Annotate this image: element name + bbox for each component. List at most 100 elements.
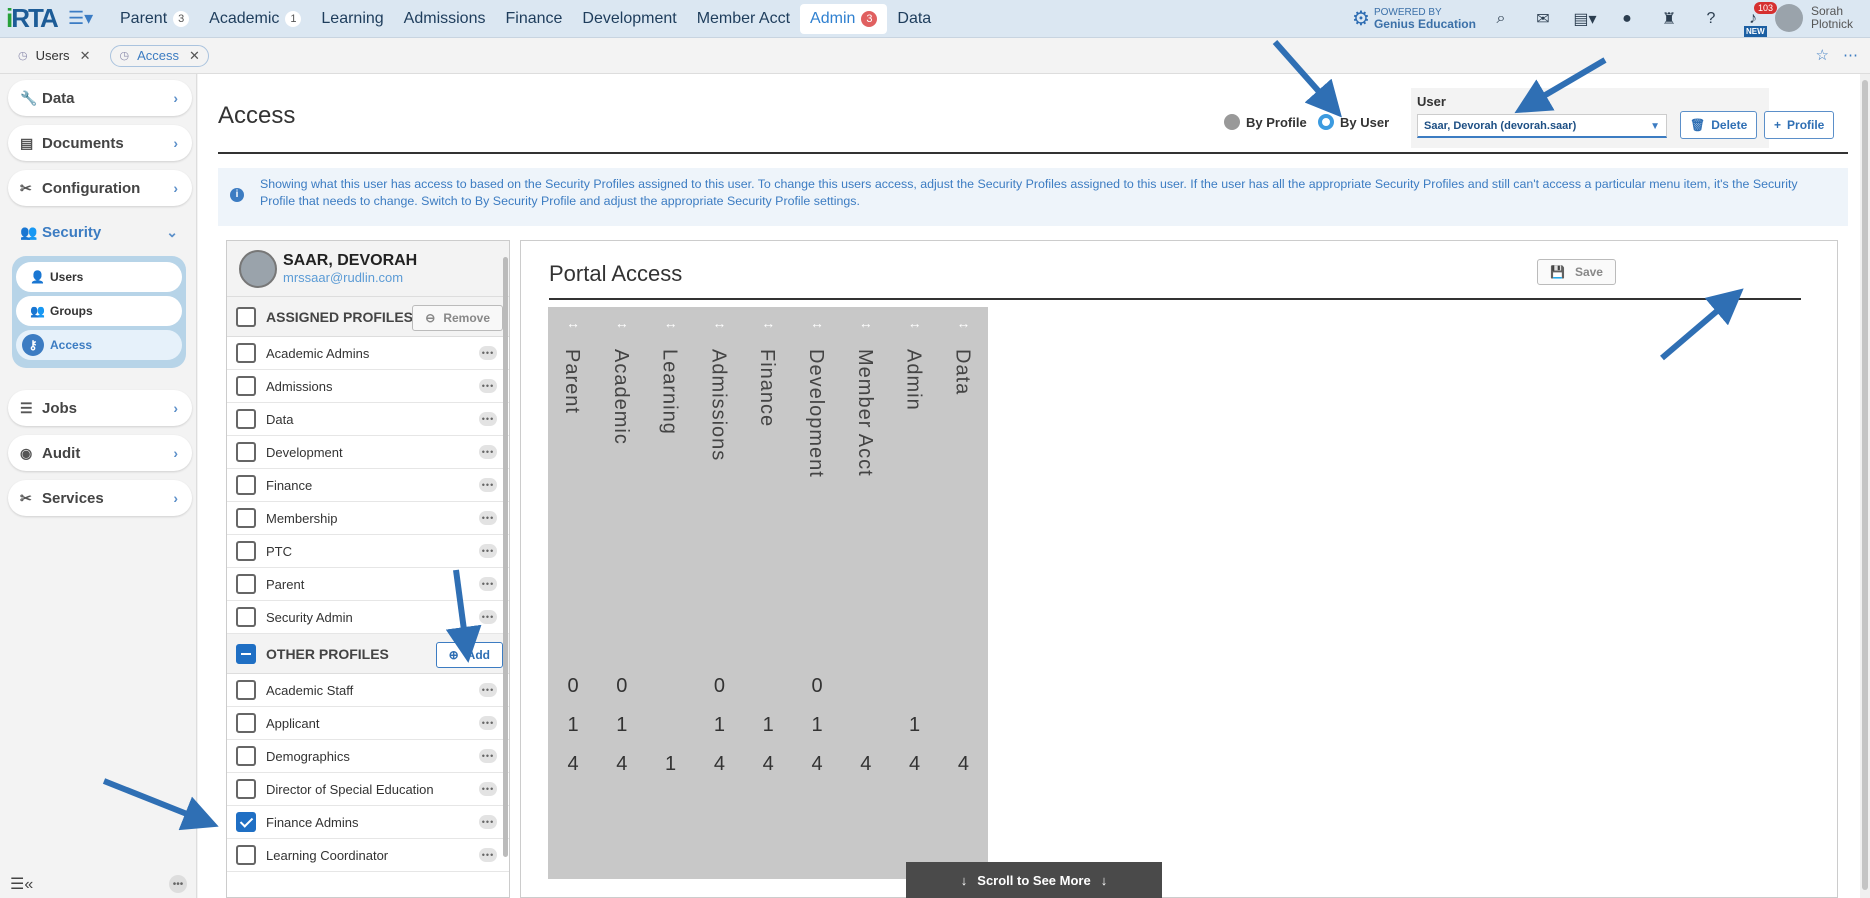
sidebar-item-configuration[interactable]: ✂ Configuration › — [8, 170, 192, 206]
sidebar-item-documents[interactable]: ▤ Documents › — [8, 125, 192, 161]
more-icon[interactable]: ••• — [169, 875, 187, 893]
by-user-radio[interactable]: By User — [1318, 114, 1389, 130]
profile-checkbox[interactable] — [236, 607, 256, 627]
sidebar-item-jobs[interactable]: ☰ Jobs › — [8, 390, 192, 426]
help-icon[interactable]: ? — [1690, 10, 1732, 28]
profile-checkbox[interactable] — [236, 508, 256, 528]
close-icon[interactable]: ✕ — [189, 48, 200, 64]
list-item[interactable]: Learning Coordinator ••• — [227, 839, 509, 872]
list-item[interactable]: Development ••• — [227, 436, 509, 469]
nav-tab-data[interactable]: Data — [887, 4, 941, 34]
profile-checkbox[interactable] — [236, 713, 256, 733]
sidebar-sub-users[interactable]: 👤 Users — [16, 262, 182, 292]
resize-arrows-icon[interactable]: ↔ — [646, 315, 696, 331]
nav-tab-academic[interactable]: Academic 1 — [199, 4, 311, 34]
list-item[interactable]: Academic Admins ••• — [227, 337, 509, 370]
nav-tab-finance[interactable]: Finance — [495, 4, 572, 34]
sidebar-sub-groups[interactable]: 👥 Groups — [16, 296, 182, 326]
resize-arrows-icon[interactable]: ↔ — [743, 315, 793, 331]
portal-column-admissions[interactable]: ↔ Admissions 0 1 4 — [694, 307, 745, 879]
profile-checkbox[interactable] — [236, 574, 256, 594]
more-icon[interactable]: ••• — [479, 749, 497, 763]
hamburger-menu-icon[interactable]: ☰▾ — [68, 0, 102, 38]
more-icon[interactable]: ••• — [479, 412, 497, 426]
list-item[interactable]: Data ••• — [227, 403, 509, 436]
select-all-assigned-checkbox[interactable] — [236, 306, 256, 327]
more-icon[interactable]: ••• — [479, 848, 497, 862]
profile-checkbox[interactable] — [236, 475, 256, 495]
resize-arrows-icon[interactable]: ↔ — [841, 315, 891, 331]
mail-icon[interactable]: ✉ — [1522, 9, 1564, 29]
portal-column-parent[interactable]: ↔ Parent 0 1 4 — [548, 307, 598, 879]
save-button[interactable]: 💾 Save — [1537, 259, 1616, 285]
star-icon[interactable]: ☆ — [1816, 46, 1829, 64]
more-icon[interactable]: ••• — [479, 379, 497, 393]
scrollbar-thumb[interactable] — [1862, 80, 1868, 890]
select-all-other-checkbox[interactable] — [236, 643, 256, 664]
more-icon[interactable]: ••• — [479, 511, 497, 525]
sidebar-item-services[interactable]: ✂ Services › — [8, 480, 192, 516]
more-icon[interactable]: ••• — [479, 815, 497, 829]
bell-icon[interactable]: ♪ 103 NEW — [1732, 2, 1778, 37]
profile-checkbox[interactable] — [236, 680, 256, 700]
nav-tab-learning[interactable]: Learning — [311, 4, 393, 34]
nav-tab-admin[interactable]: Admin 3 — [800, 3, 888, 34]
documents-dropdown-icon[interactable]: ▤▾ — [1564, 9, 1606, 29]
portal-column-data[interactable]: ↔ Data 4 — [938, 307, 989, 879]
more-icon[interactable]: ••• — [479, 683, 497, 697]
list-item[interactable]: Applicant ••• — [227, 707, 509, 740]
nav-tab-development[interactable]: Development — [572, 4, 686, 34]
remove-button[interactable]: ⊖ Remove — [412, 305, 503, 331]
more-icon[interactable]: ••• — [479, 610, 497, 624]
profile-checkbox[interactable] — [236, 746, 256, 766]
chat-icon[interactable]: ● — [1606, 10, 1648, 28]
list-item[interactable]: Membership ••• — [227, 502, 509, 535]
list-item[interactable]: Admissions ••• — [227, 370, 509, 403]
list-item[interactable]: PTC ••• — [227, 535, 509, 568]
user-select[interactable]: Saar, Devorah (devorah.saar) ▼ — [1417, 114, 1667, 138]
profile-email[interactable]: mrssaar@rudlin.com — [283, 270, 417, 285]
resize-arrows-icon[interactable]: ↔ — [792, 315, 842, 331]
portal-column-learning[interactable]: ↔ Learning 1 — [645, 307, 696, 879]
portal-column-development[interactable]: ↔ Development 0 1 4 — [792, 307, 842, 879]
profile-checkbox[interactable] — [236, 812, 256, 832]
list-item[interactable]: Parent ••• — [227, 568, 509, 601]
add-profile-button[interactable]: + Profile — [1764, 111, 1835, 139]
profile-checkbox[interactable] — [236, 442, 256, 462]
resize-arrows-icon[interactable]: ↔ — [938, 315, 988, 331]
nav-tab-parent[interactable]: Parent 3 — [110, 4, 199, 34]
more-icon[interactable]: ••• — [479, 478, 497, 492]
add-button[interactable]: ⊕ Add — [435, 642, 503, 668]
collapse-sidebar-icon[interactable]: ☰« — [10, 874, 33, 894]
list-item[interactable]: Security Admin ••• — [227, 601, 509, 634]
portal-column-admin[interactable]: ↔ Admin 1 4 — [889, 307, 940, 879]
list-item[interactable]: Finance Admins ••• — [227, 806, 509, 839]
list-item[interactable]: Demographics ••• — [227, 740, 509, 773]
tab-access[interactable]: ◷ Access ✕ — [110, 44, 209, 67]
portal-column-member-acct[interactable]: ↔ Member Acct 4 — [840, 307, 891, 879]
more-icon[interactable]: ••• — [479, 716, 497, 730]
portal-column-academic[interactable]: ↔ Academic 0 1 4 — [596, 307, 647, 879]
nav-tab-admissions[interactable]: Admissions — [394, 4, 496, 34]
resize-arrows-icon[interactable]: ↔ — [597, 315, 647, 331]
more-icon[interactable]: ⋯ — [1843, 46, 1858, 64]
close-icon[interactable]: ✕ — [80, 48, 91, 64]
tab-users[interactable]: ◷ Users ✕ — [10, 45, 98, 67]
list-item[interactable]: Academic Staff ••• — [227, 674, 509, 707]
more-icon[interactable]: ••• — [479, 346, 497, 360]
profile-checkbox[interactable] — [236, 541, 256, 561]
sidebar-item-data[interactable]: 🔧 Data › — [8, 80, 192, 116]
profile-scrollbar[interactable] — [503, 257, 508, 857]
profile-checkbox[interactable] — [236, 779, 256, 799]
sidebar-sub-access[interactable]: ⚷ Access — [16, 330, 182, 360]
more-icon[interactable]: ••• — [479, 445, 497, 459]
resize-arrows-icon[interactable]: ↔ — [548, 315, 598, 331]
search-icon[interactable]: ⌕ — [1480, 10, 1522, 28]
resize-arrows-icon[interactable]: ↔ — [890, 315, 940, 331]
more-icon[interactable]: ••• — [479, 577, 497, 591]
user-menu[interactable]: Sorah Plotnick — [1775, 4, 1853, 32]
by-profile-radio[interactable]: By Profile — [1224, 114, 1307, 130]
delete-button[interactable]: 🗑 Delete — [1680, 111, 1758, 139]
profile-checkbox[interactable] — [236, 343, 256, 363]
more-icon[interactable]: ••• — [479, 544, 497, 558]
